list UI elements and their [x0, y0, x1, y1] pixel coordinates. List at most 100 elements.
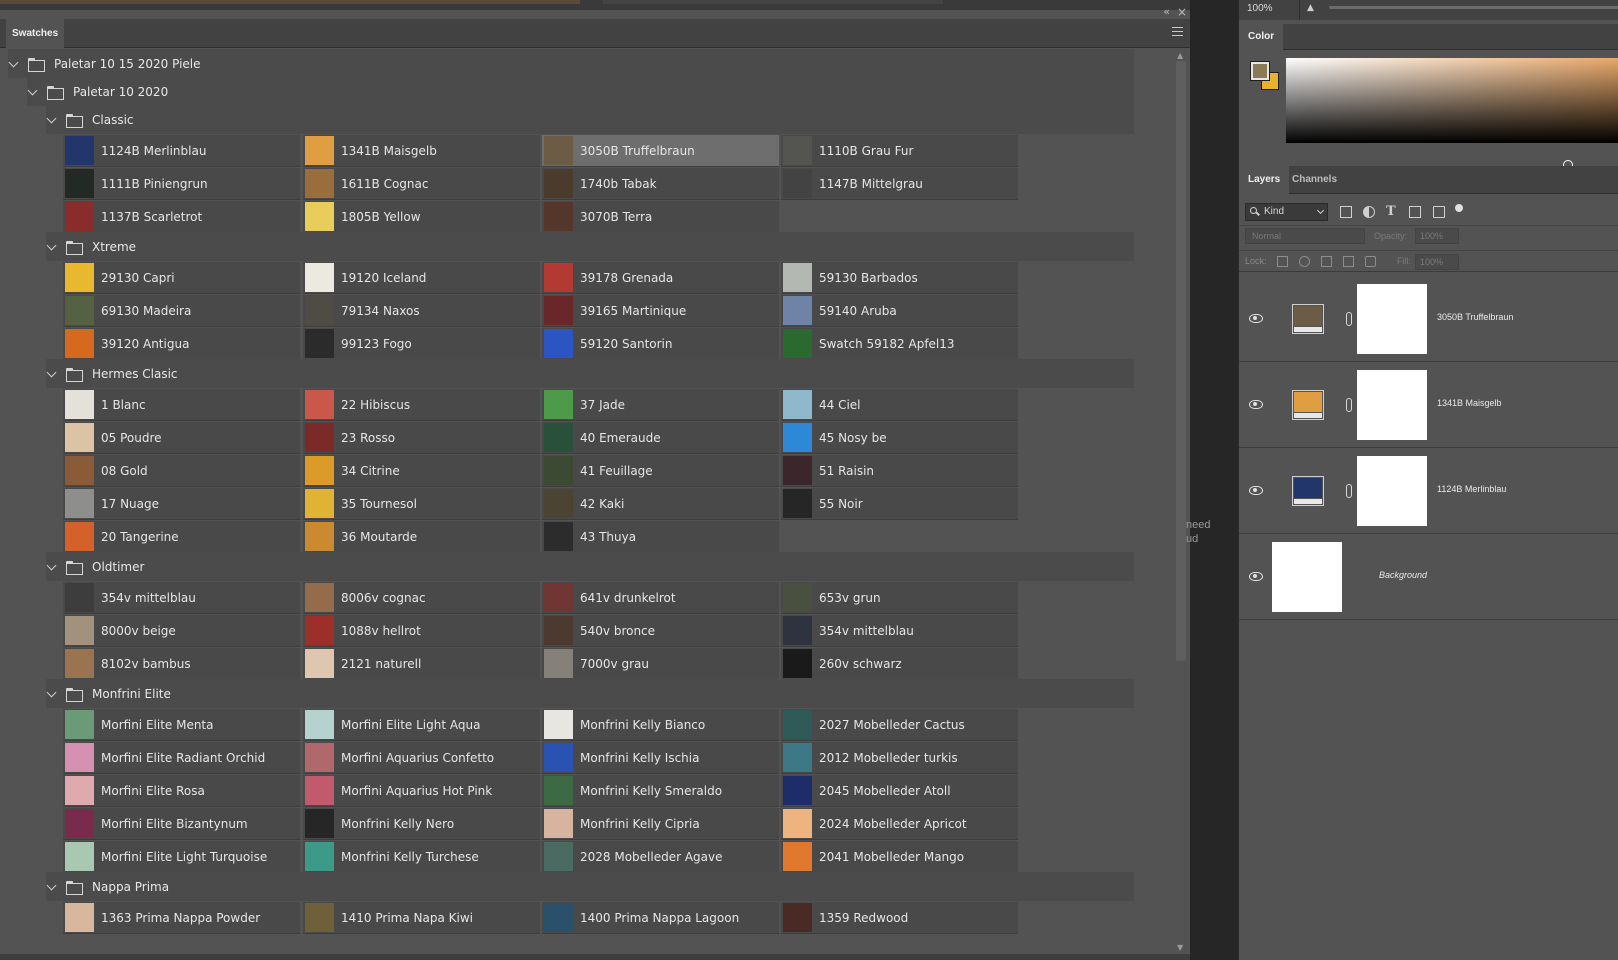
blend-mode-select[interactable]: Normal — [1245, 228, 1365, 244]
swatch-color-chip[interactable] — [65, 616, 94, 645]
swatch-color-chip[interactable] — [305, 522, 334, 551]
swatch-color-chip[interactable] — [305, 649, 334, 678]
swatch-color-chip[interactable] — [65, 423, 94, 452]
swatch-color-chip[interactable] — [783, 456, 812, 485]
lock-position-icon[interactable] — [1321, 256, 1332, 267]
swatch-color-chip[interactable] — [783, 583, 812, 612]
swatch-color-chip[interactable] — [305, 136, 334, 165]
link-chain-icon[interactable] — [1346, 398, 1352, 412]
tab-swatches[interactable]: Swatches — [6, 19, 65, 48]
visibility-eye-icon[interactable] — [1249, 399, 1263, 409]
swatch-item[interactable]: 354v mittelblau — [63, 582, 300, 614]
swatch-item[interactable]: 1 Blanc — [63, 389, 300, 421]
collapse-panel-icon[interactable]: « — [1163, 6, 1170, 18]
layer-name[interactable]: 1124B Merlinblau — [1437, 484, 1506, 494]
swatch-item[interactable]: 540v bronce — [542, 615, 779, 647]
swatch-color-chip[interactable] — [783, 169, 812, 198]
swatch-item[interactable]: 653v grun — [781, 582, 1018, 614]
swatch-color-chip[interactable] — [305, 329, 334, 358]
swatch-item[interactable]: 1147B Mittelgrau — [781, 168, 1018, 200]
layer-row[interactable]: 3050B Truffelbraun — [1239, 276, 1618, 362]
swatch-color-chip[interactable] — [65, 456, 94, 485]
swatch-item[interactable]: 1805B Yellow — [303, 201, 540, 233]
visibility-eye-icon[interactable] — [1249, 313, 1263, 323]
swatch-color-chip[interactable] — [783, 263, 812, 292]
swatch-color-chip[interactable] — [305, 296, 334, 325]
panel-menu-icon[interactable] — [1172, 27, 1183, 37]
swatch-color-chip[interactable] — [305, 583, 334, 612]
swatch-item[interactable]: 23 Rosso — [303, 422, 540, 454]
swatch-color-chip[interactable] — [305, 263, 334, 292]
swatch-color-chip[interactable] — [783, 649, 812, 678]
scroll-down-icon[interactable]: ▼ — [1177, 943, 1183, 952]
swatch-item[interactable]: Morfini Elite Rosa — [63, 775, 300, 807]
swatch-scrollbar[interactable]: ▲ ▼ — [1172, 49, 1190, 954]
zoom-slider[interactable] — [1329, 6, 1618, 9]
swatch-color-chip[interactable] — [65, 842, 94, 871]
background-layer-thumbnail[interactable] — [1272, 542, 1342, 612]
layer-row[interactable]: 1124B Merlinblau — [1239, 448, 1618, 534]
foreground-color-swatch[interactable] — [1250, 61, 1270, 81]
swatch-item[interactable]: 43 Thuya — [542, 521, 779, 553]
swatch-color-chip[interactable] — [783, 423, 812, 452]
swatch-color-chip[interactable] — [544, 296, 573, 325]
swatch-item[interactable]: Monfrini Kelly Cipria — [542, 808, 779, 840]
swatch-color-chip[interactable] — [305, 202, 334, 231]
filter-type-icon[interactable]: T — [1386, 205, 1398, 218]
swatch-item[interactable]: 2027 Mobelleder Cactus — [781, 709, 1018, 741]
close-panel-icon[interactable]: × — [1177, 6, 1187, 18]
filter-pixel-icon[interactable] — [1340, 206, 1352, 218]
swatch-item[interactable]: Morfini Elite Light Aqua — [303, 709, 540, 741]
swatch-item[interactable]: 99123 Fogo — [303, 328, 540, 360]
chevron-down-icon[interactable] — [46, 368, 58, 380]
swatch-item[interactable]: 40 Emeraude — [542, 422, 779, 454]
swatch-item[interactable]: Monfrini Kelly Nero — [303, 808, 540, 840]
swatch-item[interactable]: 17 Nuage — [63, 488, 300, 520]
swatch-color-chip[interactable] — [544, 263, 573, 292]
swatch-color-chip[interactable] — [305, 169, 334, 198]
fill-field[interactable]: 100% — [1415, 254, 1459, 270]
swatch-color-chip[interactable] — [544, 489, 573, 518]
swatch-color-chip[interactable] — [783, 776, 812, 805]
swatch-item[interactable]: 1110B Grau Fur — [781, 135, 1018, 167]
scroll-up-icon[interactable]: ▲ — [1177, 51, 1183, 60]
swatch-color-chip[interactable] — [65, 809, 94, 838]
swatch-color-chip[interactable] — [544, 202, 573, 231]
swatch-item[interactable]: 51 Raisin — [781, 455, 1018, 487]
lock-artboard-icon[interactable] — [1343, 256, 1354, 267]
swatch-color-chip[interactable] — [544, 583, 573, 612]
swatch-item[interactable]: Monfrini Kelly Turchese — [303, 841, 540, 873]
swatch-item[interactable]: 39165 Martinique — [542, 295, 779, 327]
filter-adjustment-icon[interactable] — [1363, 206, 1375, 218]
scrollbar-thumb[interactable] — [1176, 61, 1186, 661]
swatch-item[interactable]: 35 Tournesol — [303, 488, 540, 520]
swatch-item[interactable]: 37 Jade — [542, 389, 779, 421]
swatch-color-chip[interactable] — [783, 489, 812, 518]
swatch-item[interactable]: 39120 Antigua — [63, 328, 300, 360]
swatch-color-chip[interactable] — [65, 169, 94, 198]
swatch-color-chip[interactable] — [783, 296, 812, 325]
swatch-item[interactable]: 05 Poudre — [63, 422, 300, 454]
group-subgroup[interactable]: Paletar 10 2020 — [27, 77, 1134, 106]
tab-layers[interactable]: Layers — [1239, 166, 1290, 194]
swatch-item[interactable]: 2028 Mobelleder Agave — [542, 841, 779, 873]
swatch-item[interactable]: 42 Kaki — [542, 488, 779, 520]
swatch-item[interactable]: 8000v beige — [63, 615, 300, 647]
swatch-item[interactable]: 7000v grau — [542, 648, 779, 680]
swatch-color-chip[interactable] — [65, 743, 94, 772]
lock-image-icon[interactable] — [1299, 256, 1310, 267]
chevron-down-icon[interactable] — [46, 561, 58, 573]
swatch-item[interactable]: 1341B Maisgelb — [303, 135, 540, 167]
swatch-color-chip[interactable] — [544, 842, 573, 871]
swatch-item[interactable]: 2045 Mobelleder Atoll — [781, 775, 1018, 807]
swatch-item[interactable]: Morfini Elite Light Turquoise — [63, 841, 300, 873]
swatch-color-chip[interactable] — [305, 390, 334, 419]
swatch-item[interactable]: 34 Citrine — [303, 455, 540, 487]
swatch-color-chip[interactable] — [65, 202, 94, 231]
swatch-color-chip[interactable] — [65, 390, 94, 419]
layer-name[interactable]: 1341B Maisgelb — [1437, 398, 1502, 408]
swatch-color-chip[interactable] — [305, 776, 334, 805]
link-chain-icon[interactable] — [1346, 312, 1352, 326]
background-layer-row[interactable]: Background — [1239, 534, 1618, 620]
swatch-color-chip[interactable] — [544, 522, 573, 551]
